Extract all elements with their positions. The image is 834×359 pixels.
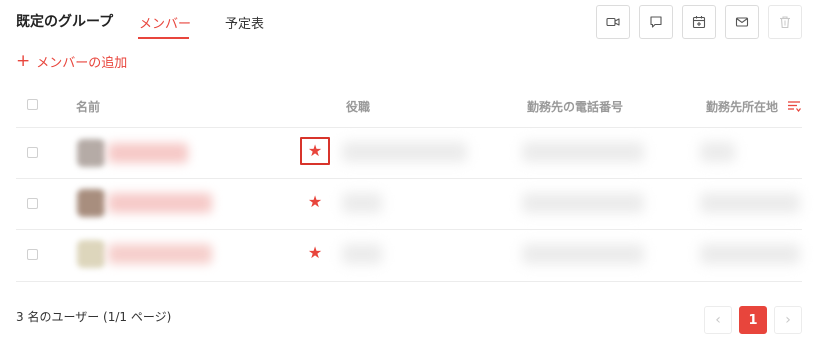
column-header-name[interactable]: 名前 (76, 98, 100, 115)
video-call-icon (606, 17, 620, 27)
avatar (77, 240, 105, 268)
row-checkbox[interactable] (27, 198, 38, 209)
avatar (77, 139, 105, 167)
role-cell (342, 193, 382, 213)
filter-sort-icon (788, 101, 801, 112)
row-divider (16, 178, 802, 179)
avatar (77, 189, 105, 217)
active-tab-indicator (138, 37, 189, 39)
delete-button[interactable] (768, 5, 802, 39)
row-checkbox[interactable] (27, 147, 38, 158)
column-header-work-location[interactable]: 勤務先所在地 (706, 98, 778, 115)
column-header-role[interactable]: 役職 (346, 98, 370, 115)
work-location-cell (700, 142, 735, 162)
work-phone-cell (522, 142, 644, 162)
calendar-button[interactable] (682, 5, 716, 39)
mail-button[interactable] (725, 5, 759, 39)
row-divider (16, 281, 802, 282)
role-cell (342, 244, 382, 264)
tab-schedule[interactable]: 予定表 (225, 13, 264, 32)
member-name[interactable] (108, 244, 212, 264)
prev-page-button[interactable]: ‹ (704, 306, 732, 334)
work-location-cell (700, 193, 800, 213)
row-checkbox[interactable] (27, 249, 38, 260)
favorite-star-icon[interactable]: ★ (300, 137, 330, 165)
work-phone-cell (522, 244, 644, 264)
member-name[interactable] (108, 193, 212, 213)
row-divider (16, 229, 802, 230)
chat-button[interactable] (639, 5, 673, 39)
add-member-label: メンバーの追加 (36, 56, 128, 71)
header-divider (16, 127, 802, 128)
page-1-button[interactable]: 1 (739, 306, 767, 334)
column-header-work-phone[interactable]: 勤務先の電話番号 (527, 98, 623, 115)
chat-icon (650, 16, 662, 28)
add-member-button[interactable]: + メンバーの追加 (16, 51, 128, 72)
column-settings-button[interactable] (787, 98, 801, 117)
work-location-cell (700, 244, 800, 264)
next-page-button[interactable]: › (774, 306, 802, 334)
tab-members[interactable]: メンバー (139, 13, 191, 32)
video-call-button[interactable] (596, 5, 630, 39)
group-title: 既定のグループ (16, 14, 114, 30)
favorite-star-icon[interactable]: ★ (300, 188, 330, 216)
mail-icon (735, 17, 749, 27)
favorite-star-icon[interactable]: ★ (300, 239, 330, 267)
work-phone-cell (522, 193, 644, 213)
member-name[interactable] (108, 143, 188, 163)
calendar-icon (692, 16, 706, 29)
select-all-checkbox[interactable] (27, 99, 38, 110)
trash-icon (780, 16, 790, 29)
plus-icon: + (16, 51, 31, 71)
user-count-summary: 3 名のユーザー (1/1 ページ) (16, 310, 172, 324)
role-cell (342, 142, 467, 162)
